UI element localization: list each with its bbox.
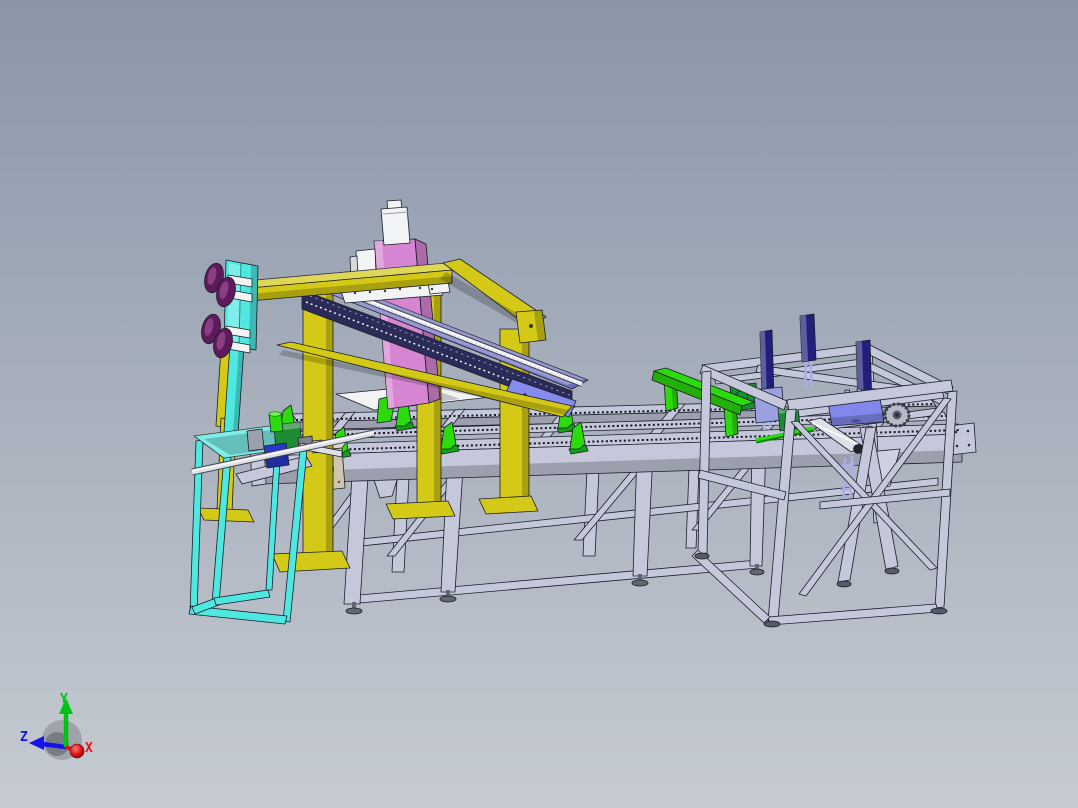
cad-viewport[interactable]: Y Z X <box>0 0 1078 808</box>
z-axis[interactable] <box>41 741 67 750</box>
x-axis-ball <box>69 743 85 759</box>
gear-sprocket[interactable] <box>883 402 911 428</box>
x-axis-label: X <box>85 741 93 756</box>
model-view[interactable]: Y Z X <box>0 0 1078 808</box>
y-axis-label: Y <box>60 692 68 707</box>
z-axis-label: Z <box>20 730 28 745</box>
